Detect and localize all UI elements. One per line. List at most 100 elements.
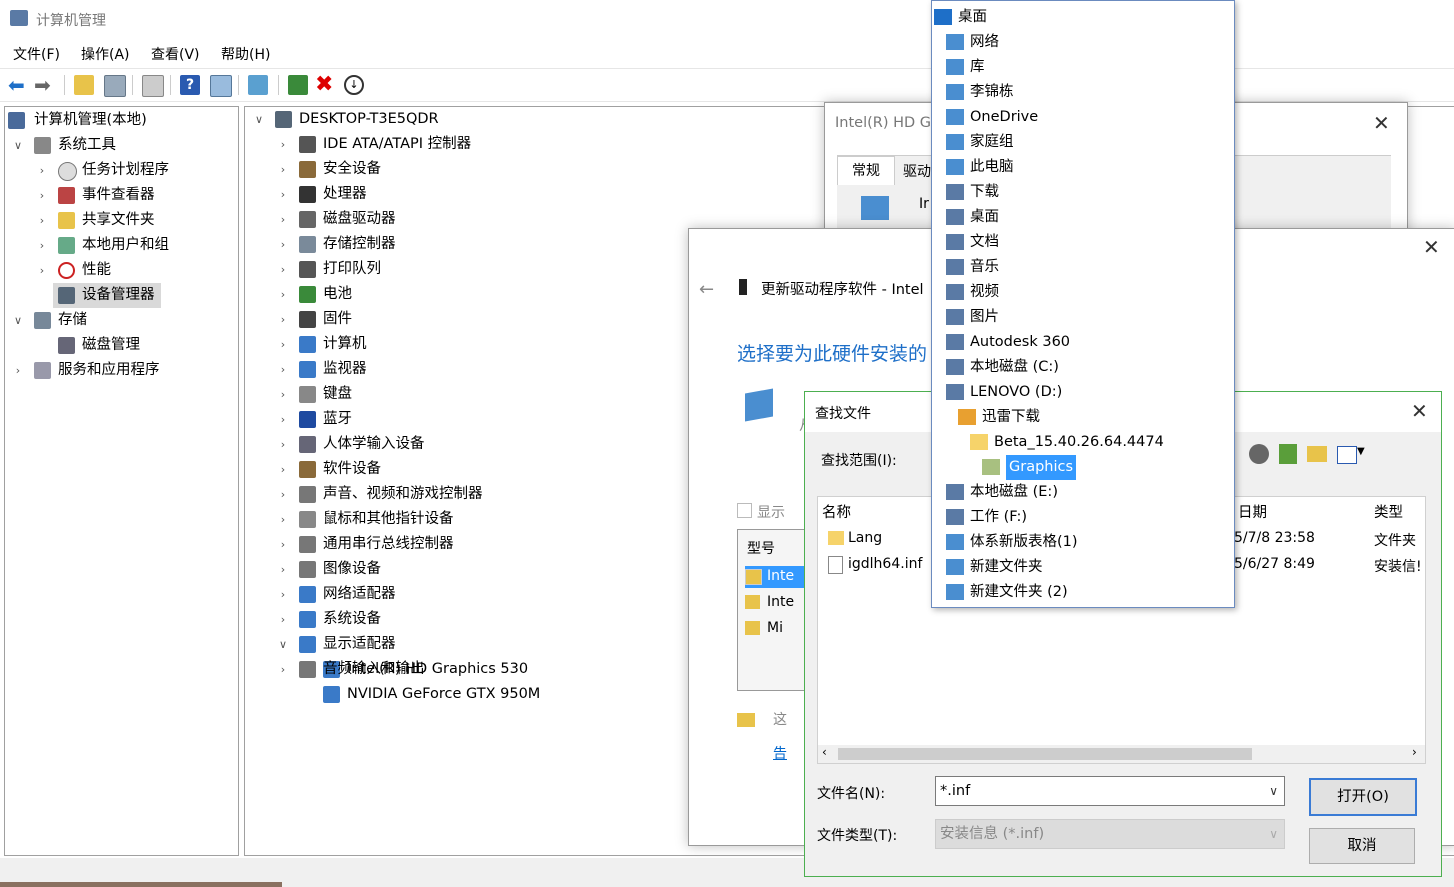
chevron-right-icon[interactable]: › <box>275 507 291 532</box>
driver-icon <box>739 279 747 295</box>
show-compatible-checkbox[interactable] <box>737 503 752 518</box>
back-icon[interactable]: ⬅ <box>8 75 28 95</box>
device-category-icon <box>299 211 316 228</box>
model-list[interactable]: 型号 Inte Inte Mi <box>737 529 809 691</box>
new-folder-icon[interactable] <box>1307 446 1327 462</box>
driver-package-icon <box>745 569 762 585</box>
chevron-right-icon[interactable]: › <box>275 132 291 157</box>
column-name[interactable]: 名称 <box>822 501 851 522</box>
chevron-right-icon[interactable]: › <box>275 257 291 282</box>
location-icon <box>946 334 964 350</box>
heading: 选择要为此硬件安装的 <box>737 343 928 365</box>
back-arrow-icon[interactable]: ← <box>699 279 714 300</box>
location-icon <box>946 234 964 250</box>
filetype-select[interactable]: 安装信息 (*.inf) ∨ <box>935 819 1285 849</box>
horizontal-scrollbar[interactable]: ‹ › <box>818 745 1425 763</box>
scan-hardware-icon[interactable] <box>248 75 268 95</box>
navigation-tree[interactable]: 计算机管理(本地) ∨ 系统工具 › 任务计划程序 › 事件查看器 › 共享文件… <box>4 106 239 856</box>
show-hide-tree-icon[interactable] <box>104 75 126 97</box>
location-icon <box>946 534 964 550</box>
chevron-right-icon[interactable]: › <box>275 157 291 182</box>
computer-management-icon <box>8 112 25 129</box>
chevron-right-icon[interactable]: › <box>275 532 291 557</box>
menu-action[interactable]: 操作(A) <box>81 44 130 64</box>
chevron-down-icon[interactable]: ▼ <box>1357 446 1365 457</box>
chevron-right-icon[interactable]: › <box>34 158 50 183</box>
chevron-right-icon[interactable]: › <box>275 407 291 432</box>
cancel-button[interactable]: 取消 <box>1309 828 1415 864</box>
signed-driver-icon <box>737 713 755 727</box>
device-category-icon <box>299 336 316 353</box>
chevron-right-icon[interactable]: › <box>34 183 50 208</box>
chevron-right-icon[interactable]: › <box>275 382 291 407</box>
back-icon[interactable] <box>1249 444 1269 464</box>
device-category-icon <box>299 636 316 653</box>
chevron-right-icon[interactable]: › <box>275 207 291 232</box>
chevron-right-icon[interactable]: › <box>34 233 50 258</box>
dialog-title: Intel(R) HD G <box>835 115 932 131</box>
location-icon <box>946 159 964 175</box>
chevron-right-icon[interactable]: › <box>275 482 291 507</box>
scroll-right-icon[interactable]: › <box>1412 745 1417 759</box>
location-label: 家庭组 <box>970 134 1014 150</box>
device-category-label: 处理器 <box>323 186 367 202</box>
info-link[interactable]: 告 <box>773 743 787 763</box>
column-date[interactable]: 日期 <box>1238 501 1267 522</box>
chevron-right-icon[interactable]: › <box>275 182 291 207</box>
device-category-icon <box>299 136 316 153</box>
export-icon[interactable] <box>142 75 164 97</box>
chevron-right-icon[interactable]: › <box>275 432 291 457</box>
location-label: OneDrive <box>970 109 1039 125</box>
chevron-right-icon[interactable]: › <box>275 557 291 582</box>
view-menu-icon[interactable] <box>1337 446 1357 464</box>
column-type[interactable]: 类型 <box>1374 501 1403 522</box>
location-icon <box>946 184 964 200</box>
title-bar[interactable]: 计算机管理 <box>0 0 1454 38</box>
chevron-right-icon[interactable]: › <box>275 282 291 307</box>
chevron-right-icon[interactable]: › <box>275 332 291 357</box>
menu-view[interactable]: 查看(V) <box>151 44 200 64</box>
chevron-right-icon[interactable]: › <box>275 582 291 607</box>
chevron-right-icon[interactable]: › <box>275 607 291 632</box>
lookin-dropdown-list[interactable]: 桌面 网络库李锦栋 OneDrive 家庭组 此电脑 下载 桌面 文档 音乐 视频 图片 Autode… <box>931 0 1235 608</box>
chevron-right-icon[interactable]: › <box>275 307 291 332</box>
chevron-right-icon[interactable]: › <box>275 232 291 257</box>
download-icon[interactable]: ↓ <box>344 75 364 95</box>
scroll-left-icon[interactable]: ‹ <box>822 745 827 759</box>
close-icon[interactable]: ✕ <box>1373 113 1390 133</box>
chevron-right-icon[interactable]: › <box>34 208 50 233</box>
close-icon[interactable]: ✕ <box>1423 237 1440 257</box>
filename-input[interactable]: *.inf ∨ <box>935 776 1285 806</box>
up-folder-icon[interactable] <box>1279 444 1297 464</box>
chevron-right-icon[interactable]: › <box>275 357 291 382</box>
location-label: Graphics <box>1006 455 1077 480</box>
model-item-selected[interactable]: Inte <box>745 566 809 588</box>
close-icon[interactable]: ✕ <box>1411 401 1428 421</box>
chevron-down-icon[interactable]: ∨ <box>251 107 267 132</box>
up-folder-icon[interactable] <box>74 75 94 95</box>
chevron-right-icon[interactable]: › <box>10 358 26 383</box>
driver-package-icon <box>745 595 760 609</box>
device-name-snippet: Ir <box>919 196 929 212</box>
uninstall-icon[interactable]: ✖ <box>315 74 335 96</box>
chevron-right-icon[interactable]: › <box>275 657 291 682</box>
chevron-down-icon[interactable]: ∨ <box>10 133 26 158</box>
menu-file[interactable]: 文件(F) <box>13 44 60 64</box>
chevron-down-icon[interactable]: ∨ <box>275 632 291 657</box>
tab-driver[interactable]: 驱动 <box>903 160 931 184</box>
storage-icon <box>34 312 51 329</box>
open-button[interactable]: 打开(O) <box>1309 778 1417 816</box>
chevron-down-icon[interactable]: ∨ <box>10 308 26 333</box>
properties-icon[interactable] <box>210 75 232 97</box>
scrollbar-thumb[interactable] <box>838 748 1252 760</box>
chevron-down-icon[interactable]: ∨ <box>1269 777 1278 805</box>
chevron-right-icon[interactable]: › <box>34 258 50 283</box>
tab-general[interactable]: 常规 <box>837 156 895 185</box>
location-icon <box>970 434 988 450</box>
update-driver-icon[interactable] <box>288 75 308 95</box>
tree-item-device-manager[interactable]: 设备管理器 <box>53 283 161 308</box>
menu-help[interactable]: 帮助(H) <box>221 44 270 64</box>
forward-icon[interactable]: ➡ <box>34 75 54 95</box>
chevron-right-icon[interactable]: › <box>275 457 291 482</box>
help-icon[interactable]: ? <box>180 75 200 95</box>
